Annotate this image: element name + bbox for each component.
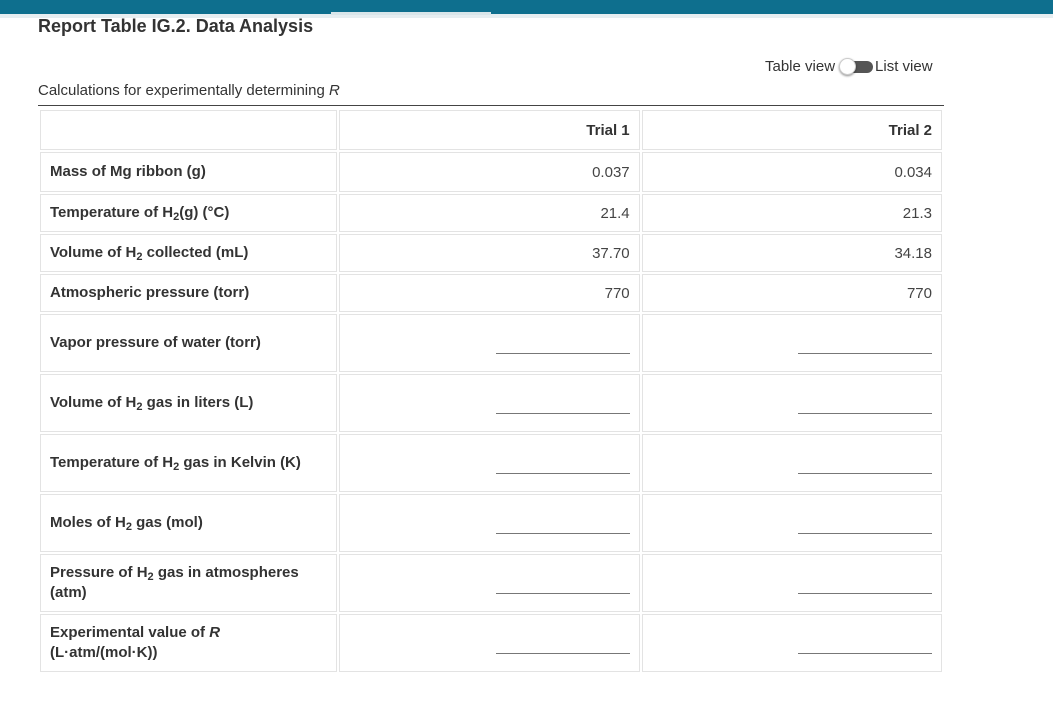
trial2-moles-h2-input[interactable] (798, 512, 932, 534)
row-label-temp-kelvin: Temperature of H2 gas in Kelvin (K) (40, 434, 338, 492)
label-text-rest: gas (mol) (131, 514, 203, 531)
page-title: Report Table IG.2. Data Analysis (38, 16, 314, 36)
trial1-vapor-pressure-cell (339, 314, 640, 372)
trial2-volume-liters-input[interactable] (798, 392, 932, 414)
row-label-volume-h2: Volume of H2 collected (mL) (40, 234, 338, 272)
header-trial-1: Trial 1 (339, 110, 640, 150)
trial1-temp-h2: 21.4 (339, 194, 640, 232)
table-row: Temperature of H2 gas in Kelvin (K) (40, 434, 942, 492)
table-caption: Calculations for experimentally determin… (38, 82, 340, 99)
trial1-temp-kelvin-input[interactable] (495, 452, 630, 474)
trial2-moles-h2-cell (641, 494, 942, 552)
trial2-vapor-pressure-input[interactable] (798, 332, 932, 354)
label-text: Temperature of H (50, 204, 174, 221)
caption-variable: R (328, 82, 340, 99)
label-variable: R (209, 624, 221, 641)
top-banner (0, 0, 1053, 14)
row-label-mass-mg: Mass of Mg ribbon (g) (40, 152, 338, 192)
view-toggle-switch[interactable] (839, 58, 874, 75)
list-view-label[interactable]: List view (875, 58, 933, 75)
trial2-temp-h2: 21.3 (641, 194, 942, 232)
row-label-experimental-r: Experimental value of R (L·atm/(mol·K)) (40, 614, 338, 672)
trial2-volume-liters-cell (641, 374, 942, 432)
table-row: Volume of H2 collected (mL) 37.70 34.18 (40, 234, 942, 272)
table-view-label[interactable]: Table view (765, 58, 835, 75)
row-label-temp-h2: Temperature of H2(g) (°C) (40, 194, 338, 232)
trial1-pressure-atm-cell (339, 554, 640, 612)
table-row: Mass of Mg ribbon (g) 0.037 0.034 (40, 152, 942, 192)
table-row: Volume of H2 gas in liters (L) (40, 374, 942, 432)
row-label-vapor-pressure: Vapor pressure of water (torr) (40, 314, 338, 372)
trial2-mass-mg: 0.034 (641, 152, 942, 192)
label-text-rest: (L·atm/(mol·K)) (50, 644, 158, 661)
trial2-temp-kelvin-cell (641, 434, 942, 492)
view-toggle: Table view List view (765, 56, 933, 76)
table-row: Pressure of H2 gas in atmospheres (atm) (40, 554, 942, 612)
trial1-volume-liters-input[interactable] (495, 392, 630, 414)
header-blank (40, 110, 338, 150)
row-label-pressure-atm: Pressure of H2 gas in atmospheres (atm) (40, 554, 338, 612)
table-row: Experimental value of R (L·atm/(mol·K)) (40, 614, 942, 672)
caption-text: Calculations for experimentally determin… (38, 82, 329, 99)
label-text: Temperature of H (50, 454, 174, 471)
label-text-rest: gas in Kelvin (K) (179, 454, 301, 471)
trial1-moles-h2-cell (339, 494, 640, 552)
trial1-temp-kelvin-cell (339, 434, 640, 492)
trial1-volume-liters-cell (339, 374, 640, 432)
trial2-atm-pressure: 770 (641, 274, 942, 312)
trial1-atm-pressure: 770 (339, 274, 640, 312)
data-analysis-table: Trial 1 Trial 2 Mass of Mg ribbon (g) 0.… (38, 108, 944, 674)
label-text: Mass of Mg ribbon (g) (50, 163, 206, 180)
label-text-rest: (g) (°C) (179, 204, 230, 221)
table-row: Temperature of H2(g) (°C) 21.4 21.3 (40, 194, 942, 232)
label-text: Pressure of H (50, 564, 148, 581)
toggle-knob (839, 58, 857, 75)
trial1-mass-mg: 0.037 (339, 152, 640, 192)
table-row: Atmospheric pressure (torr) 770 770 (40, 274, 942, 312)
trial2-pressure-atm-input[interactable] (798, 572, 932, 594)
trial1-experimental-r-cell (339, 614, 640, 672)
label-text: Moles of H (50, 514, 126, 531)
trial2-experimental-r-input[interactable] (798, 632, 932, 654)
label-text: Experimental value of (50, 624, 210, 641)
row-label-atm-pressure: Atmospheric pressure (torr) (40, 274, 338, 312)
trial1-experimental-r-input[interactable] (495, 632, 630, 654)
label-text: Volume of H (50, 394, 137, 411)
row-label-moles-h2: Moles of H2 gas (mol) (40, 494, 338, 552)
trial1-pressure-atm-input[interactable] (495, 572, 630, 594)
trial1-volume-h2: 37.70 (339, 234, 640, 272)
trial2-experimental-r-cell (641, 614, 942, 672)
table-row: Moles of H2 gas (mol) (40, 494, 942, 552)
label-text: Atmospheric pressure (torr) (50, 284, 250, 301)
header-trial-2: Trial 2 (641, 110, 942, 150)
active-tab-indicator (331, 12, 491, 15)
table-row: Vapor pressure of water (torr) (40, 314, 942, 372)
label-text: Vapor pressure of water (torr) (50, 334, 261, 351)
label-text-rest: gas in liters (L) (142, 394, 254, 411)
trial2-volume-h2: 34.18 (641, 234, 942, 272)
label-text: Volume of H (50, 244, 137, 261)
trial2-temp-kelvin-input[interactable] (798, 452, 932, 474)
row-label-volume-liters: Volume of H2 gas in liters (L) (40, 374, 338, 432)
header-row: Trial 1 Trial 2 (40, 110, 942, 150)
label-text-rest: collected (mL) (142, 244, 249, 261)
trial2-pressure-atm-cell (641, 554, 942, 612)
trial1-vapor-pressure-input[interactable] (495, 332, 630, 354)
trial2-vapor-pressure-cell (641, 314, 942, 372)
caption-divider (38, 105, 944, 106)
trial1-moles-h2-input[interactable] (495, 512, 630, 534)
